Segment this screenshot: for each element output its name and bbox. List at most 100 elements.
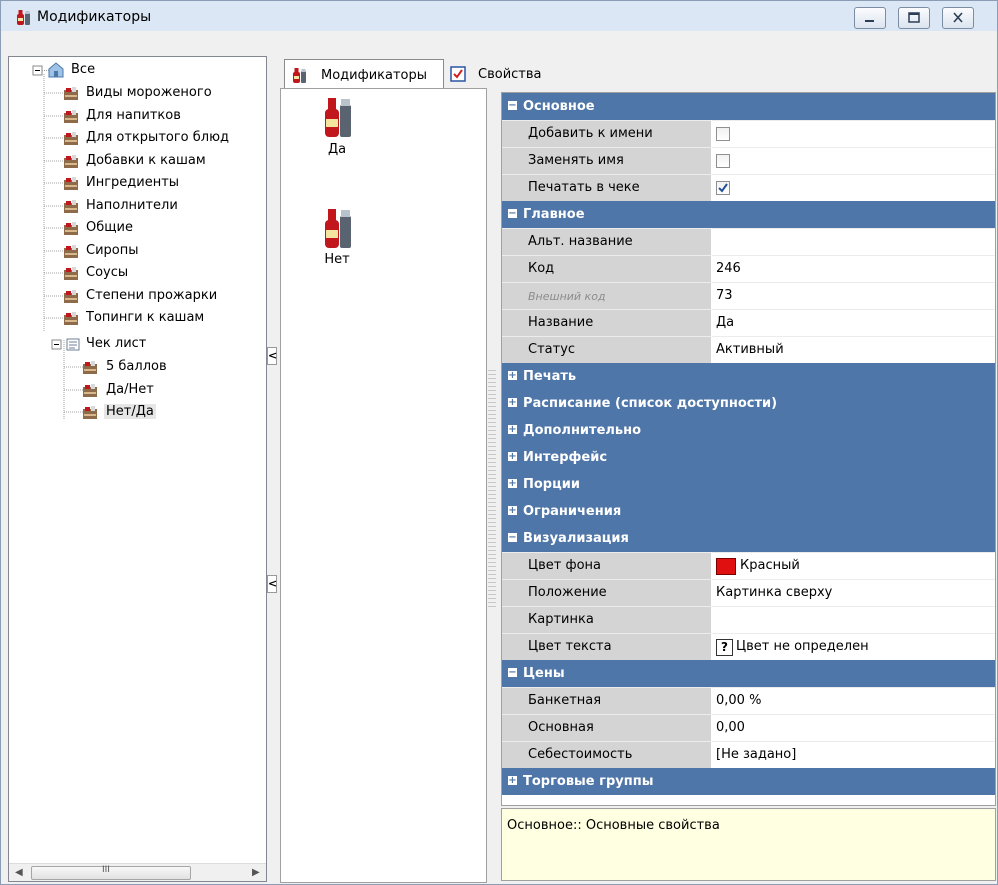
collapse-icon[interactable]: − xyxy=(508,209,517,219)
ketchup-bottle-icon xyxy=(293,68,306,83)
modifiers-list[interactable]: Да Нет xyxy=(280,88,487,883)
modifier-group-icon xyxy=(64,244,78,258)
tree-node-checklist-item[interactable]: Да/Нет xyxy=(9,379,266,401)
category-print[interactable]: + Печать xyxy=(502,363,995,390)
tree-node-group[interactable]: Общие xyxy=(9,217,266,239)
category-tree[interactable]: Все Виды мороженого Для напитков Для откры… xyxy=(8,56,267,882)
category-osnovnoe[interactable]: − Основное xyxy=(502,93,995,120)
collapse-icon[interactable]: − xyxy=(508,668,517,678)
scroll-right-icon[interactable]: ▶ xyxy=(252,867,260,878)
prop-banquet[interactable]: Банкетная 0,00 % xyxy=(502,687,995,715)
prop-cost[interactable]: Себестоимость [Не задано] xyxy=(502,741,995,769)
prop-picture[interactable]: Картинка xyxy=(502,606,995,634)
picture-value[interactable] xyxy=(712,606,995,633)
prop-key: Положение xyxy=(528,585,607,600)
category-label: Расписание (список доступности) xyxy=(523,396,778,411)
tree-label: Все xyxy=(71,62,96,77)
tree-node-checklist-item[interactable]: Нет/Да xyxy=(9,401,266,423)
expand-icon[interactable]: + xyxy=(508,776,517,786)
prop-value[interactable]: Да xyxy=(716,315,734,330)
category-prices[interactable]: − Цены xyxy=(502,660,995,687)
expand-icon[interactable]: + xyxy=(508,479,517,489)
category-limits[interactable]: + Ограничения xyxy=(502,498,995,525)
maximize-button[interactable] xyxy=(898,7,930,29)
expand-icon[interactable]: + xyxy=(508,452,517,462)
ketchup-bottle-icon xyxy=(17,10,30,25)
prop-text-color[interactable]: Цвет текста? Цвет не определен xyxy=(502,633,995,661)
tree-node-group[interactable]: Ингредиенты xyxy=(9,172,266,194)
tree-node-checklist-item[interactable]: 5 баллов xyxy=(9,356,266,378)
prop-key: Альт. название xyxy=(528,234,633,249)
scroll-left-icon[interactable]: ◀ xyxy=(15,867,23,878)
prop-status[interactable]: Статус Активный xyxy=(502,336,995,364)
alt-name-value[interactable] xyxy=(712,228,995,255)
modifier-item[interactable]: Да xyxy=(307,95,367,165)
tree-node-checklist[interactable]: Чек лист xyxy=(9,333,266,355)
expand-icon[interactable]: + xyxy=(508,398,517,408)
tree-node-group[interactable]: Сиропы xyxy=(9,240,266,262)
prop-position[interactable]: Положение Картинка сверху xyxy=(502,579,995,607)
tree-node-root[interactable]: Все xyxy=(9,59,266,81)
category-glavnoe[interactable]: − Главное xyxy=(502,201,995,228)
checkbox-print-check[interactable] xyxy=(716,181,730,195)
prop-base[interactable]: Основная 0,00 xyxy=(502,714,995,742)
prop-value[interactable]: 0,00 xyxy=(716,720,745,735)
tab-properties[interactable]: Свойства xyxy=(444,59,564,89)
prop-print-check[interactable]: Печатать в чеке xyxy=(502,174,995,202)
prop-key: Статус xyxy=(528,342,576,357)
category-trade-groups[interactable]: + Торговые группы xyxy=(502,768,995,795)
close-button[interactable] xyxy=(942,7,974,29)
prop-value[interactable]: Активный xyxy=(716,342,784,357)
tree-connector xyxy=(44,182,64,184)
category-schedule[interactable]: + Расписание (список доступности) xyxy=(502,390,995,417)
tree-horizontal-scrollbar[interactable]: ◀ III ▶ xyxy=(9,863,266,881)
checkbox-replace-name[interactable] xyxy=(716,154,730,168)
splitter-collapse-bottom[interactable]: < xyxy=(267,575,277,593)
modifier-item[interactable]: Нет xyxy=(307,206,367,276)
prop-key: Себестоимость xyxy=(528,747,633,762)
prop-value[interactable]: Картинка сверху xyxy=(716,585,832,600)
prop-add-to-name[interactable]: Добавить к имени xyxy=(502,120,995,148)
prop-code[interactable]: Код 246 xyxy=(502,255,995,283)
tree-node-group[interactable]: Виды мороженого xyxy=(9,82,266,104)
category-portions[interactable]: + Порции xyxy=(502,471,995,498)
tree-node-group[interactable]: Соусы xyxy=(9,262,266,284)
tree-label: Для напитков xyxy=(86,107,181,123)
prop-value[interactable]: Красный xyxy=(740,558,800,573)
tree-label: Ингредиенты xyxy=(86,175,180,190)
prop-value[interactable]: 246 xyxy=(716,261,741,276)
expand-icon[interactable]: + xyxy=(508,371,517,381)
prop-bg-color[interactable]: Цвет фона Красный xyxy=(502,552,995,580)
prop-name[interactable]: Название Да xyxy=(502,309,995,337)
prop-external-code[interactable]: Внешний код 73 xyxy=(502,282,995,310)
minimize-button[interactable] xyxy=(854,7,886,29)
title-bar[interactable]: Модификаторы xyxy=(1,1,997,31)
prop-value[interactable]: 73 xyxy=(716,288,733,303)
tab-modifiers[interactable]: Модификаторы xyxy=(284,59,444,90)
collapse-icon[interactable]: − xyxy=(508,533,517,543)
scroll-thumb[interactable]: III xyxy=(31,865,191,880)
category-extra[interactable]: + Дополнительно xyxy=(502,417,995,444)
tree-node-group[interactable]: Наполнители xyxy=(9,195,266,217)
collapse-icon[interactable]: − xyxy=(508,101,517,111)
tree-node-group[interactable]: Для напитков xyxy=(9,105,266,127)
tree-node-group[interactable]: Для открытого блюд xyxy=(9,127,266,149)
splitter-collapse-top[interactable]: < xyxy=(267,347,277,365)
prop-replace-name[interactable]: Заменять имя xyxy=(502,147,995,175)
prop-alt-name[interactable]: Альт. название xyxy=(502,228,995,256)
tree-node-group[interactable]: Добавки к кашам xyxy=(9,150,266,172)
tree-label: Топинги к кашам xyxy=(86,310,205,325)
category-visual[interactable]: − Визуализация xyxy=(502,525,995,552)
category-interface[interactable]: + Интерфейс xyxy=(502,444,995,471)
expand-icon[interactable]: + xyxy=(508,425,517,435)
prop-value[interactable]: [Не задано] xyxy=(716,747,796,762)
prop-value[interactable]: 0,00 % xyxy=(716,693,761,708)
expand-icon[interactable]: + xyxy=(508,506,517,516)
tree-node-group[interactable]: Степени прожарки xyxy=(9,285,266,307)
tree-node-group[interactable]: Топинги к кашам xyxy=(9,307,266,329)
pane-splitter[interactable] xyxy=(488,367,496,607)
prop-value[interactable]: Цвет не определен xyxy=(736,639,869,654)
prop-key: Код xyxy=(528,261,555,276)
checkbox-add-to-name[interactable] xyxy=(716,127,730,141)
property-grid[interactable]: − Основное Добавить к имени Заменять имя … xyxy=(501,92,996,806)
